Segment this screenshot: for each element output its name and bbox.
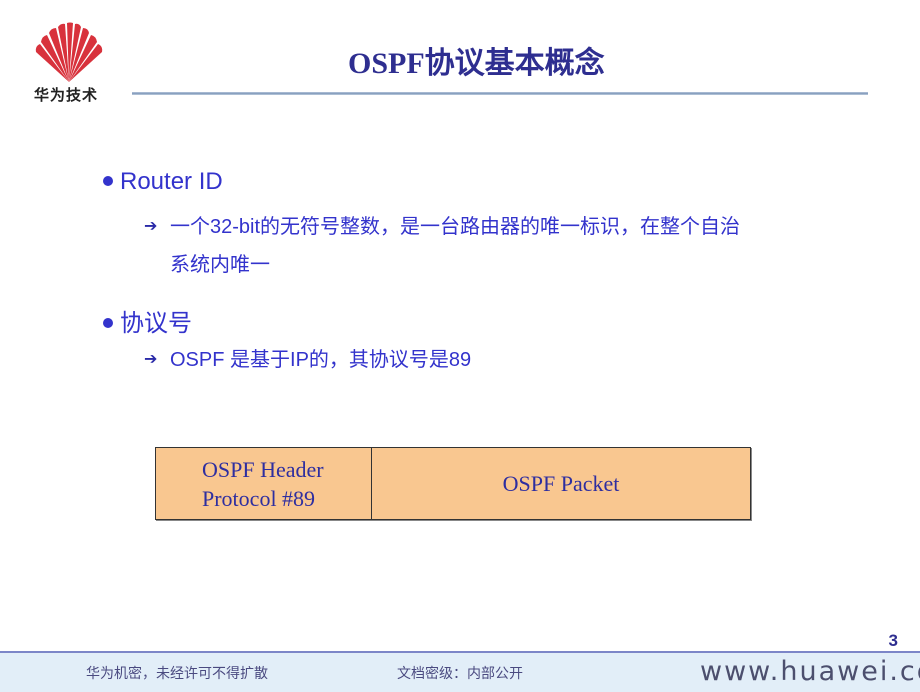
- sub-bullet-line: 一个32-bit的无符号整数，是一台路由器的唯一标识，在整个自治: [170, 216, 741, 238]
- bullet-dot-icon: [103, 176, 113, 186]
- bullet-label: 协议号: [120, 310, 192, 337]
- bullet-dot-icon: [103, 318, 113, 328]
- huawei-fan-logo-icon: [35, 22, 103, 82]
- logo-text: 华为技术: [34, 86, 99, 104]
- payload-label: OSPF Packet: [502, 470, 620, 496]
- sub-bullet-protocol-number: ➔ OSPF 是基于IP的，其协议号是89: [144, 341, 850, 379]
- ospf-packet-diagram: OSPF Header Protocol #89 OSPF Packet: [155, 447, 751, 520]
- slide-title: OSPF协议基本概念: [348, 47, 605, 80]
- title-divider: [132, 92, 868, 95]
- header-line-2: Protocol #89: [202, 485, 316, 511]
- header-line-1: OSPF Header: [202, 456, 324, 482]
- ospf-payload-cell: OSPF Packet: [372, 448, 750, 519]
- sub-bullet-router-id: ➔ 一个32-bit的无符号整数，是一台路由器的唯一标识，在整个自治 系统内唯一: [144, 208, 850, 284]
- bullet-router-id: Router ID: [103, 168, 223, 196]
- page-number: 3: [888, 631, 898, 650]
- confidential-notice: 华为机密，未经许可不得扩散: [86, 666, 268, 682]
- bullet-label: Router ID: [120, 168, 223, 195]
- bullet-protocol-number: 协议号: [103, 303, 192, 338]
- footer-bar: 华为机密，未经许可不得扩散 文档密级：内部公开 www.huawei.com: [0, 651, 920, 692]
- huawei-logo: 华为技术: [18, 18, 118, 108]
- arrow-right-icon: ➔: [144, 218, 158, 235]
- document-classification: 文档密级：内部公开: [397, 666, 523, 682]
- arrow-right-icon: ➔: [144, 351, 158, 368]
- ospf-header-cell: OSPF Header Protocol #89: [156, 448, 372, 519]
- website-url: www.huawei.com: [700, 656, 920, 687]
- sub-bullet-line: 系统内唯一: [170, 254, 270, 276]
- sub-bullet-line: OSPF 是基于IP的，其协议号是89: [170, 349, 472, 371]
